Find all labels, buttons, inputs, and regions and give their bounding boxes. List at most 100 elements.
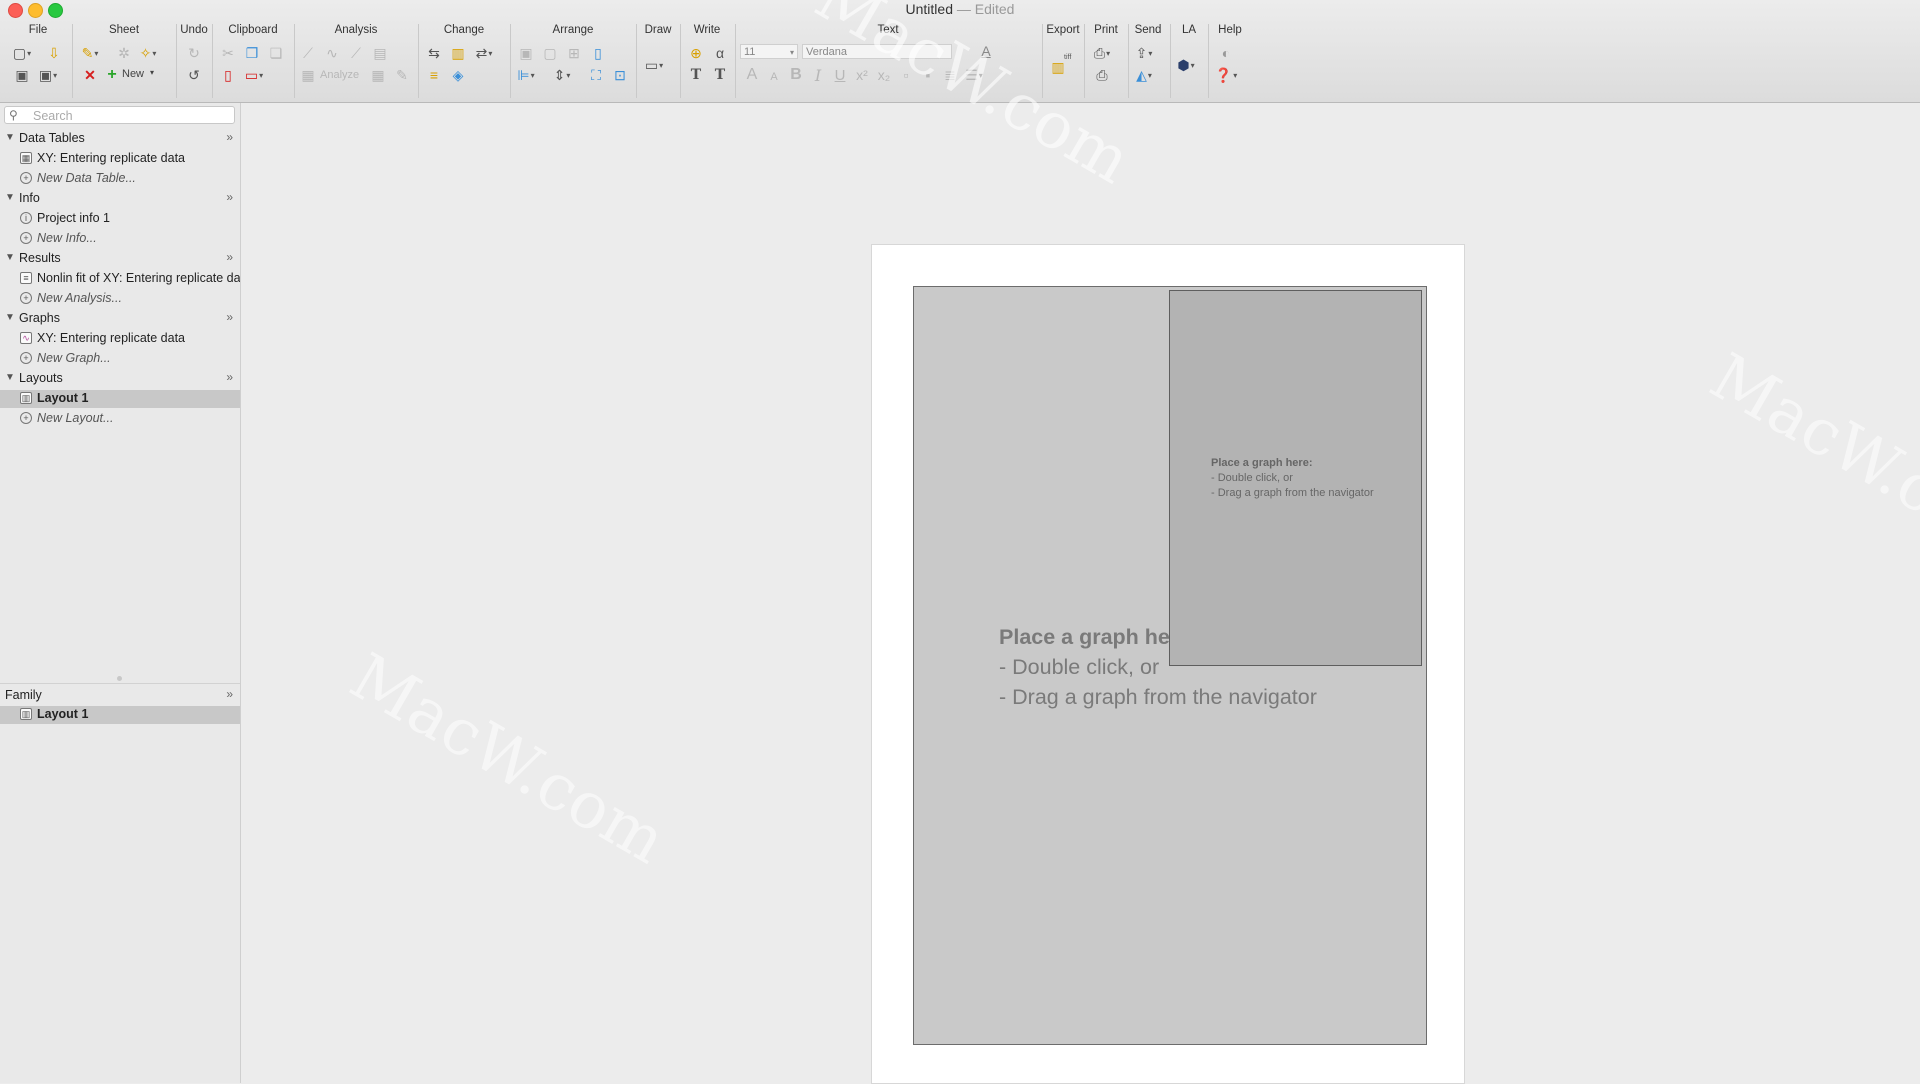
cut-icon[interactable]: ✂ [218,44,238,62]
section-results[interactable]: ▼ Results » [0,250,240,268]
open-file-icon[interactable]: ⇩ [44,44,64,62]
magic-wand-icon[interactable]: ✧ ▾ [138,44,158,62]
expand-section-icon[interactable]: » [226,190,233,204]
delete-sheet-icon[interactable]: ✕ [80,66,100,84]
new-sheet-button[interactable]: New [122,68,144,80]
la-cube-icon[interactable]: ⬢ ▾ [1176,56,1196,74]
new-data-table-item[interactable]: + New Data Table... [0,170,240,188]
format-axes-icon[interactable]: ▥ [448,44,468,62]
new-analysis-item[interactable]: + New Analysis... [0,290,240,308]
symbol-font-icon[interactable]: ▪ [918,66,938,84]
section-title: Data Tables [19,131,85,145]
disclosure-triangle-icon[interactable]: ▼ [5,252,15,263]
splitter-handle-icon[interactable] [117,676,122,681]
new-info-item[interactable]: + New Info... [0,230,240,248]
special-char-icon[interactable]: ▫ [896,66,916,84]
file-group-label: File [28,24,48,36]
disclosure-triangle-icon[interactable]: ▼ [5,372,15,383]
text-color-icon[interactable]: A [976,42,996,60]
learn-icon[interactable]: ◐ [1216,44,1236,62]
nav-item-info[interactable]: i Project info 1 [0,210,240,228]
ungroup-icon[interactable]: ▯ [588,44,608,62]
navigator-splitter[interactable] [0,676,240,682]
change-data-icon[interactable]: ⇄ ▾ [474,44,494,62]
linear-regression-icon[interactable]: ⟋ [298,44,318,62]
expand-section-icon[interactable]: » [226,310,233,324]
new-layout-item[interactable]: + New Layout... [0,410,240,428]
print-preview-icon[interactable]: ⎙ [1092,66,1112,84]
subscript-icon[interactable]: x₂ [874,66,894,84]
italic-icon[interactable]: I [808,66,828,85]
superscript-icon[interactable]: x² [852,66,872,84]
section-data-tables[interactable]: ▼ Data Tables » [0,130,240,148]
window-title-text: Untitled [905,1,953,17]
expand-section-icon[interactable]: » [226,130,233,144]
expand-family-icon[interactable]: » [226,687,233,701]
change-graph-type-icon[interactable]: ⇆ [424,44,444,62]
help-icon[interactable]: ❓ ▾ [1215,66,1237,84]
section-info[interactable]: ▼ Info » [0,190,240,208]
expand-section-icon[interactable]: » [226,370,233,384]
bold-icon[interactable]: B [786,66,806,84]
disclosure-triangle-icon[interactable]: ▼ [5,132,15,143]
expand-section-icon[interactable]: » [226,250,233,264]
disclosure-triangle-icon[interactable]: ▼ [5,192,15,203]
curve-fit-icon[interactable]: ⟋ [346,44,366,62]
insert-text-icon[interactable]: T [686,66,706,84]
nonlinear-regression-icon[interactable]: ∿ [322,44,342,62]
undo-icon[interactable]: ↺ [184,66,204,84]
group-icon[interactable]: ⊞ [564,44,584,62]
increase-font-icon[interactable]: A [742,66,762,84]
analyze-icon[interactable]: ▦ [298,66,318,84]
justify-icon[interactable]: ≣ [940,66,960,84]
change-symbols-icon[interactable]: ≡ [424,66,444,84]
bring-forward-icon[interactable]: ▣ [516,44,536,62]
graph-placeholder-small[interactable]: Place a graph here: - Double click, or -… [1169,290,1422,666]
highlight-icon[interactable]: ✎ ▾ [80,44,100,62]
print-icon[interactable]: ⎙ ▾ [1092,44,1112,62]
new-sheet-caret-icon[interactable]: ▾ [150,68,154,77]
save-icon[interactable]: ▣ [12,66,32,84]
clear-icon[interactable]: ▯ [218,66,238,84]
search-box[interactable]: ⚲ [4,106,235,124]
nav-item-graph[interactable]: ∿ XY: Entering replicate data [0,330,240,348]
new-graph-item[interactable]: + New Graph... [0,350,240,368]
paste-special-icon[interactable]: ❏ [266,44,286,62]
font-size-select[interactable]: 11 ▾ [740,44,798,59]
share-icon[interactable]: ⇪ ▾ [1134,44,1154,62]
sheet-settings-icon[interactable]: ✲ [114,44,134,62]
send-backward-icon[interactable]: ▢ [540,44,560,62]
paste-icon[interactable]: ▭ ▾ [244,66,264,84]
nav-item-data-table[interactable]: ▦ XY: Entering replicate data [0,150,240,168]
underline-icon[interactable]: U [830,66,850,84]
search-input[interactable] [31,108,233,124]
section-layouts[interactable]: ▼ Layouts » [0,370,240,388]
align-vertical-icon[interactable]: ⇕ ▾ [552,66,572,84]
wand-icon[interactable]: ✎ [392,66,412,84]
table-icon[interactable]: ▦ [368,66,388,84]
font-name-select[interactable]: Verdana [802,44,952,59]
send-to-icon[interactable]: ◭ ▾ [1134,66,1154,84]
nav-item-layout[interactable]: ▥ Layout 1 [0,390,240,408]
redo-icon[interactable]: ↻ [184,44,204,62]
insert-symbol-icon[interactable]: ⊕ [686,44,706,62]
line-spacing-icon[interactable]: ☰ ▾ [964,66,984,84]
copy-icon[interactable]: ❐ [242,44,262,62]
column-stats-icon[interactable]: ▤ [370,44,390,62]
disclosure-triangle-icon[interactable]: ▼ [5,312,15,323]
alpha-icon[interactable]: α [710,44,730,62]
color-scheme-icon[interactable]: ◈ [448,66,468,84]
fit-to-page-icon[interactable]: ⛶ [586,66,606,84]
analyze-button[interactable]: Analyze [320,69,359,81]
new-file-icon[interactable]: ▢ ▾ [12,44,32,62]
decrease-font-icon[interactable]: A [764,68,784,86]
section-graphs[interactable]: ▼ Graphs » [0,310,240,328]
draw-shape-icon[interactable]: ▭ ▾ [644,56,664,74]
save-as-icon[interactable]: ▣ ▾ [38,66,58,84]
family-item-layout[interactable]: ▥ Layout 1 [0,706,240,724]
new-sheet-plus-icon[interactable]: + [102,66,122,84]
distribute-icon[interactable]: ⊡ [610,66,630,84]
nav-item-result[interactable]: ≡ Nonlin fit of XY: Entering replicate d… [0,270,240,288]
text-box-icon[interactable]: T [710,66,730,84]
align-left-icon[interactable]: ⊫ ▾ [516,66,536,84]
